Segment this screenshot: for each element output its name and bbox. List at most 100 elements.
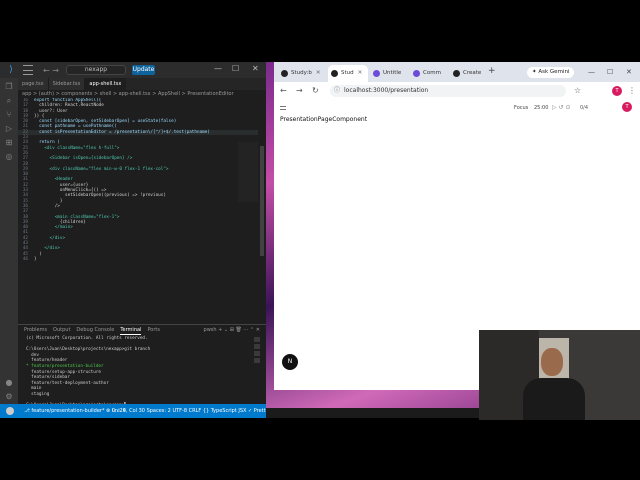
browser-tab[interactable]: Untitle [370,65,408,82]
code-text: <div className="flex min-w-0 flex-1 flex… [34,166,169,172]
chrome-menu-icon[interactable]: ⋮ [628,86,636,95]
chrome-tabstrip: Study:b ✕ Stud ✕ Untitle Comm Create + ✦ A… [274,62,640,82]
maximize-icon[interactable]: ☐ [232,64,239,73]
code-text: </div> [34,246,60,252]
settings-gear-icon[interactable]: ⚙ [4,392,14,402]
terminal-panel: Problems Output Debug Console Terminal P… [18,324,266,408]
activity-bar: ❐ ⌕ ⑂ ▷ ⊞ ◎ ● ⚙ [0,78,18,404]
breadcrumb[interactable]: app > (auth) > components > shell > app-… [22,90,234,98]
line-number: 46 [22,256,28,262]
code-text: setSidebarOpen((previous) => !previous) [34,193,166,199]
browser-tab[interactable]: Create [450,65,488,82]
tab-title: Comm [423,70,441,76]
vscode-logo-icon: ⟩ [9,65,13,75]
account-icon[interactable]: ● [4,378,14,388]
editor-tab-active[interactable]: app-shell.tsx [85,78,127,90]
explorer-icon[interactable]: ❐ [4,82,14,92]
profile-avatar[interactable]: T [612,86,622,96]
command-center-search[interactable]: nexapp [66,65,126,75]
tab-favicon-icon [453,70,460,77]
close-icon[interactable]: ✕ [252,64,259,73]
ask-gemini-button[interactable]: ✦ Ask Gemini [527,67,575,78]
hamburger-menu-icon[interactable] [280,106,286,110]
update-button[interactable]: Update [132,65,155,75]
next-devtools-button[interactable]: N [282,354,298,370]
extensions-icon[interactable]: ⊞ [4,138,14,148]
minimize-icon[interactable]: — [588,68,595,76]
editor-tab[interactable]: Sidebar.tsx [48,78,86,90]
url-text[interactable]: localhost:3000/presentation [344,85,428,97]
minimap[interactable] [238,142,258,202]
nav-arrows-icon[interactable]: ← → [43,66,59,75]
vscode-titlebar: ⟩ ← → nexapp Update — ☐ ✕ [0,62,266,78]
status-left[interactable]: ⎇ feature/presentation-builder* ⊗ 0 ⚠ 0 [24,407,126,415]
back-icon[interactable]: ← [280,86,287,95]
forward-icon[interactable]: → [296,86,303,95]
search-icon[interactable]: ⌕ [4,96,14,106]
panel-tab-terminal[interactable]: Terminal [120,326,142,335]
browser-tab-active[interactable]: Stud ✕ [328,65,368,82]
tab-favicon-icon [281,70,288,77]
timer-controls-icon[interactable]: ▷ ↺ ⊙ [552,104,570,111]
code-text: /> [34,203,60,209]
remote-indicator-icon[interactable] [6,407,14,415]
browser-tab[interactable]: Comm [410,65,448,82]
code-text: const isPresentationEditor = /presentati… [34,129,210,135]
tab-title: Stud [341,70,354,76]
code-text: </main> [34,225,73,231]
panel-tab-problems[interactable]: Problems [24,326,47,335]
code-editor[interactable]: 16 export function AppShell({17 children:… [18,98,258,338]
browser-tab[interactable]: Study:b ✕ [278,65,326,82]
code-text: } [34,256,37,262]
webcam-person-body [523,378,585,420]
code-text: return ( [34,140,60,146]
minimize-icon[interactable]: — [214,64,222,73]
tab-close-icon[interactable]: ✕ [316,70,321,76]
webcam-person-head [541,348,563,376]
progress-counter: 0/4 [580,105,589,111]
panel-tab-output[interactable]: Output [53,326,70,335]
remote-icon[interactable]: ◎ [4,152,14,162]
editor-scrollbar[interactable] [260,146,264,256]
user-avatar[interactable]: T [622,102,632,112]
panel-tab-ports[interactable]: Ports [147,326,160,335]
tab-favicon-icon [373,70,380,77]
address-bar[interactable]: ⓘ localhost:3000/presentation [330,85,566,97]
code-text: <div className="flex h-full"> [34,145,120,151]
code-text: <main className="flex-1"> [34,214,120,220]
code-text: } [34,198,63,204]
site-info-icon[interactable]: ⓘ [334,85,340,97]
code-line[interactable]: 46} [18,257,258,262]
source-control-icon[interactable]: ⑂ [4,110,14,120]
chrome-toolbar: ← → ↻ ⓘ localhost:3000/presentation ☆ T … [274,82,640,100]
tab-favicon-icon [413,70,420,77]
maximize-icon[interactable]: ☐ [607,68,613,76]
tab-title: Study:b [291,70,312,76]
terminal-list[interactable] [254,337,262,365]
page-title: PresentationPageComponent [280,116,368,123]
panel-tabs: Problems Output Debug Console Terminal P… [24,326,160,335]
new-tab-icon[interactable]: + [488,66,496,76]
code-text: ) [34,251,42,257]
code-text: children: React.ReactNode [34,103,104,109]
focus-timer: 25:00 [534,105,549,111]
editor-tab[interactable]: page.tsx [18,78,49,90]
reload-icon[interactable]: ↻ [312,86,319,95]
tab-close-icon[interactable]: ✕ [358,70,363,76]
panel-toolbar[interactable]: pwsh + ⌄ ⊞ 🗑 ⋯ ⌃ ✕ [204,326,260,334]
bookmark-star-icon[interactable]: ☆ [574,86,581,95]
code-text: <Sidebar isOpen={sidebarOpen} /> [34,156,133,162]
editor-tabs: page.tsx Sidebar.tsx app-shell.tsx [18,78,266,90]
code-text: </div> [34,235,66,241]
code-text: <Header [34,177,73,183]
tab-title: Untitle [383,70,402,76]
tab-title: Create [463,70,482,76]
vscode-window: ⟩ ← → nexapp Update — ☐ ✕ ❐ ⌕ ⑂ ▷ ⊞ ◎ ● … [0,62,300,418]
focus-button[interactable]: Focus [514,105,528,111]
close-icon[interactable]: ✕ [626,68,632,76]
panel-tab-debug-console[interactable]: Debug Console [76,326,114,335]
menu-icon[interactable] [23,65,33,75]
terminal-output[interactable]: (c) Microsoft Corporation. All rights re… [26,336,254,409]
run-debug-icon[interactable]: ▷ [4,124,14,134]
status-bar: ⎇ feature/presentation-builder* ⊗ 0 ⚠ 0 … [0,404,300,418]
